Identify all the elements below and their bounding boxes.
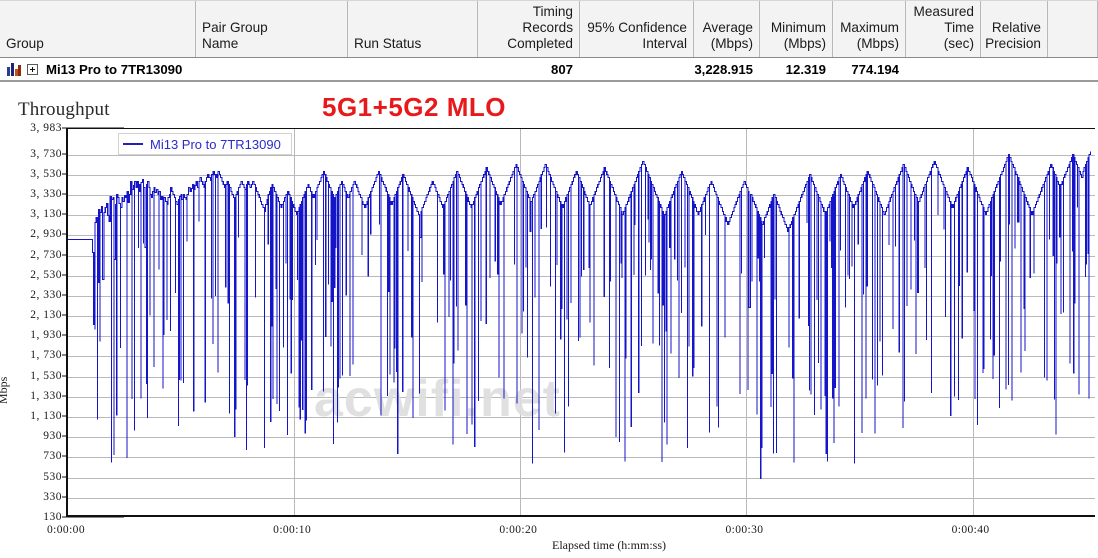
results-grid: Group Pair Group Name Run Status Timing Reco… xyxy=(0,0,1098,86)
plot-area[interactable]: acwifi.net Mi13 Pro to 7TR13090 xyxy=(66,128,1095,517)
column-header-line2: Group xyxy=(6,36,44,51)
cell-trailing[interactable] xyxy=(1048,58,1098,80)
cell-text: 807 xyxy=(550,61,573,77)
column-header-line2: Time (sec) xyxy=(943,20,974,51)
x-tick-label: 0:00:00 xyxy=(47,524,85,536)
legend-label: Mi13 Pro to 7TR13090 xyxy=(150,136,281,152)
column-header-line2: (Mbps) xyxy=(783,36,826,51)
legend-line-swatch xyxy=(123,143,143,145)
column-header-precision[interactable]: Relative Precision xyxy=(981,1,1048,57)
cell-confidence-interval[interactable] xyxy=(580,58,694,80)
cell-timing-records-completed[interactable]: 807 xyxy=(478,58,580,80)
cell-text: 774.194 xyxy=(851,61,899,77)
y-axis-tick-labels: 3, 983 3, 730 3, 530 3, 330 3, 130 2, 930 2, 7… xyxy=(0,122,124,523)
chart-title: Throughput xyxy=(18,99,110,120)
column-header-line1: Minimum xyxy=(770,20,826,35)
x-axis-title: Elapsed time (h:mm:ss) xyxy=(552,538,666,552)
column-header-line2: (Mbps) xyxy=(710,36,753,51)
column-header-run-status[interactable]: Run Status xyxy=(348,1,478,57)
series-line-mi13-pro xyxy=(68,151,1092,479)
y-tick-label: 730 xyxy=(43,450,62,463)
cell-text: 12.319 xyxy=(785,61,826,77)
table-row[interactable]: Mi13 Pro to 7TR13090 807 3,228.915 12.319 77… xyxy=(0,58,1098,82)
column-header-line2: Run Status xyxy=(354,36,422,51)
column-header-line1: Relative xyxy=(991,20,1041,35)
cell-measured-time-sec[interactable] xyxy=(906,58,981,80)
column-header-mbps[interactable]: Average (Mbps) xyxy=(694,1,760,57)
cell-relative-precision[interactable] xyxy=(981,58,1048,80)
x-tick-label: 0:00:10 xyxy=(273,524,312,536)
column-header-group[interactable]: Group xyxy=(0,1,196,57)
column-header-line1: 95% Confidence xyxy=(587,20,687,35)
y-tick-label: 2, 530 xyxy=(30,268,62,281)
column-header-line1: Measured xyxy=(913,4,974,19)
column-header-mbps[interactable]: Maximum (Mbps) xyxy=(833,1,906,57)
cell-average-mbps[interactable]: 3,228.915 xyxy=(694,58,760,80)
column-header-time-sec[interactable]: Measured Time (sec) xyxy=(906,1,981,57)
column-header-line2: Name xyxy=(202,36,239,51)
y-tick-label: 330 xyxy=(43,490,62,503)
cell-minimum-mbps[interactable]: 12.319 xyxy=(760,58,833,80)
y-tick-label: 3, 130 xyxy=(30,208,62,221)
niceplot-throughput-window: Group Pair Group Name Run Status Timing Reco… xyxy=(0,0,1098,558)
x-tick-label: 0:00:30 xyxy=(725,524,764,536)
y-tick-label: 1, 130 xyxy=(30,410,62,423)
cell-pair-group-name[interactable] xyxy=(196,58,348,80)
column-header-completed[interactable]: Timing Records Completed xyxy=(478,1,580,57)
y-tick-label: 3, 330 xyxy=(30,187,62,200)
column-header-mbps[interactable]: Minimum (Mbps) xyxy=(760,1,833,57)
cell-text: 3,228.915 xyxy=(694,61,753,77)
bar-chart-icon xyxy=(7,62,21,76)
cell-maximum-mbps[interactable]: 774.194 xyxy=(833,58,906,80)
chart-legend[interactable]: Mi13 Pro to 7TR13090 xyxy=(118,133,292,155)
results-grid-header: Group Pair Group Name Run Status Timing Reco… xyxy=(0,0,1098,58)
y-tick-label: 2, 130 xyxy=(30,309,62,322)
column-header-line2: (Mbps) xyxy=(856,36,899,51)
cell-run-status[interactable] xyxy=(348,58,478,80)
y-tick-label: 3, 730 xyxy=(30,147,62,160)
column-header-blank[interactable] xyxy=(1048,1,1098,57)
y-tick-label: 530 xyxy=(43,470,62,483)
throughput-chart: Throughput 5G1+5G2 MLO 3, 983 3, 730 3, 53… xyxy=(0,86,1098,558)
column-header-name[interactable]: Pair Group Name xyxy=(196,1,348,57)
column-header-line2: Completed xyxy=(507,36,573,51)
y-axis-title: Mbps xyxy=(0,376,10,404)
expand-plus-icon[interactable] xyxy=(27,63,38,75)
y-tick-label: 1, 730 xyxy=(30,349,62,362)
cell-text: Mi13 Pro to 7TR13090 xyxy=(46,61,183,77)
y-tick-label: 3, 983 xyxy=(30,122,62,134)
chart-banner-label: 5G1+5G2 MLO xyxy=(322,92,506,122)
column-header-interval[interactable]: 95% Confidence Interval xyxy=(580,1,694,57)
x-axis-tick-labels: 0:00:00 0:00:10 0:00:20 0:00:30 0:00:40 xyxy=(0,520,1098,538)
y-tick-label: 1, 930 xyxy=(30,329,62,342)
cell-group[interactable]: Mi13 Pro to 7TR13090 xyxy=(0,58,196,80)
column-header-line1: Average xyxy=(702,20,753,35)
column-header-line2: Precision xyxy=(985,36,1041,51)
x-tick-label: 0:00:20 xyxy=(499,524,538,536)
y-tick-label: 2, 730 xyxy=(30,248,62,261)
column-header-line1: Maximum xyxy=(840,20,899,35)
column-header-line1: Pair Group xyxy=(202,20,268,35)
y-tick-label: 2, 930 xyxy=(30,228,62,241)
y-tick-label: 2, 330 xyxy=(30,288,62,301)
y-tick-label: 3, 530 xyxy=(30,167,62,180)
x-tick-label: 0:00:40 xyxy=(951,524,990,536)
column-header-line2: Interval xyxy=(642,36,687,51)
y-tick-label: 930 xyxy=(43,430,62,443)
column-header-line1: Timing Records xyxy=(522,4,573,35)
